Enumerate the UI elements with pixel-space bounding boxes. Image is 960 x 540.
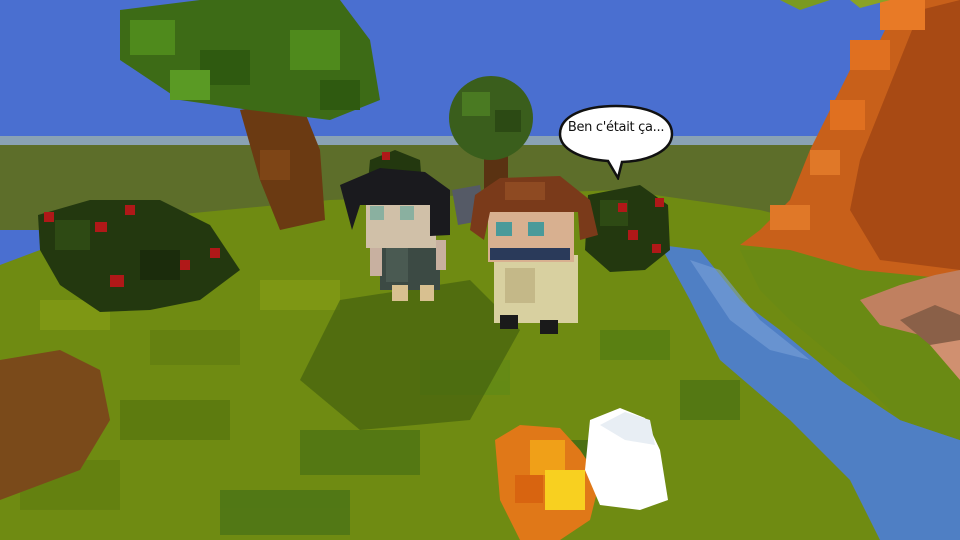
speech-bubble-text: Ben c'était ça... — [567, 120, 665, 135]
game-scene — [0, 0, 960, 540]
speech-bubble-shape — [558, 104, 674, 180]
berry-bush-right — [585, 185, 670, 272]
speech-bubble: Ben c'était ça... — [558, 104, 674, 180]
